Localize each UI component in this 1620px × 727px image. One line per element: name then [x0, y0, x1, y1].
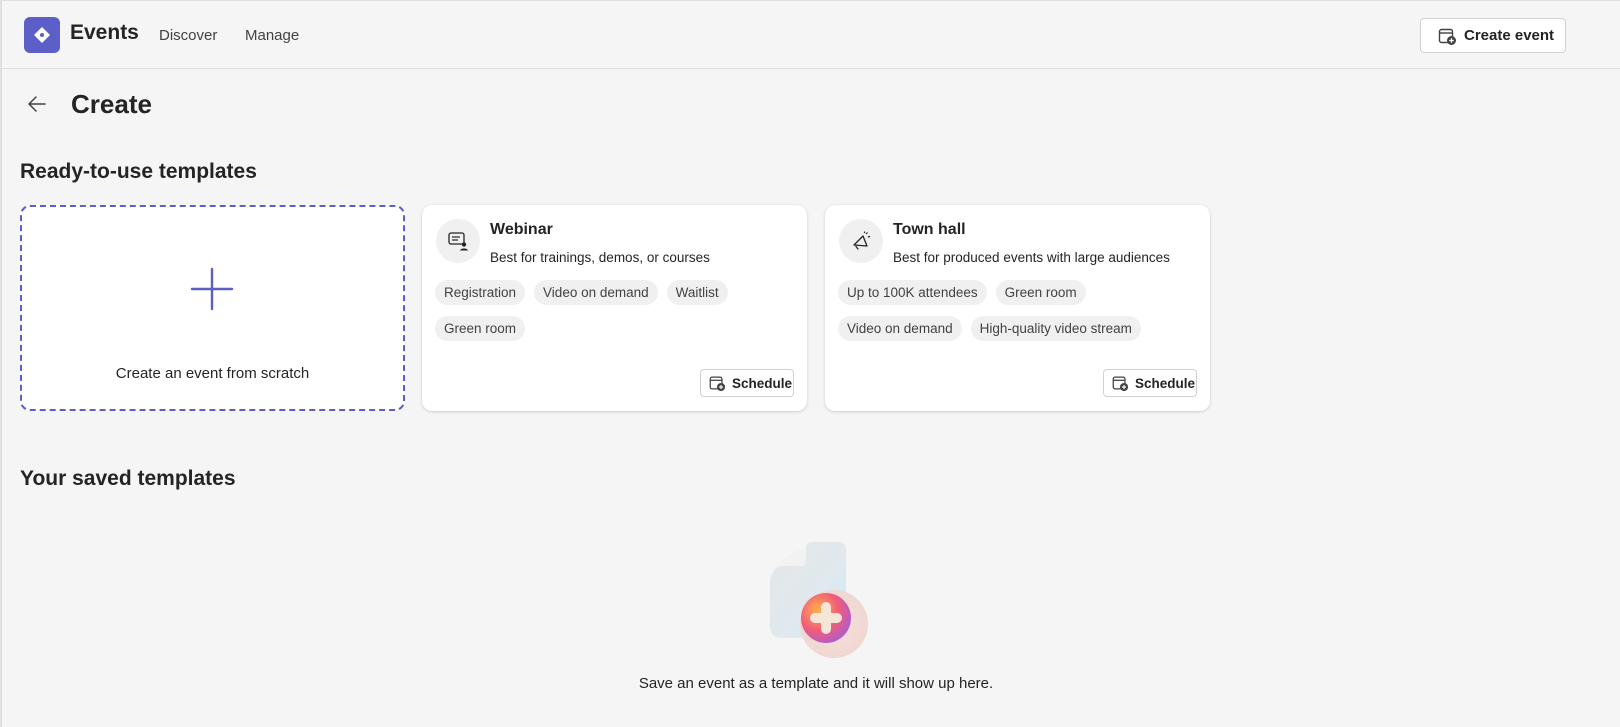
schedule-button-town-hall[interactable]: Schedule	[1103, 369, 1197, 397]
tag-video-on-demand: Video on demand	[534, 280, 658, 305]
empty-state-message: Save an event as a template and it will …	[638, 675, 994, 692]
template-name: Town hall	[893, 221, 966, 238]
calendar-add-icon	[709, 376, 726, 392]
tag-high-quality-video-stream: High-quality video stream	[970, 316, 1141, 341]
plus-icon	[190, 267, 234, 311]
calendar-add-icon	[1112, 376, 1129, 392]
events-app-logo[interactable]	[24, 17, 60, 53]
template-icon-wrapper	[436, 219, 480, 263]
tag-green-room: Green room	[995, 280, 1086, 305]
template-icon-wrapper	[839, 219, 883, 263]
template-description: Best for produced events with large audi…	[893, 250, 1170, 265]
tag-up-to-100k-attendees: Up to 100K attendees	[838, 280, 987, 305]
empty-template-illustration	[770, 542, 868, 658]
app-title: Events	[70, 21, 139, 44]
calendar-add-icon	[1438, 28, 1456, 45]
page-title: Create	[71, 89, 152, 119]
template-card-webinar[interactable]: Webinar Best for trainings, demos, or co…	[422, 205, 807, 411]
create-event-label: Create event	[1464, 27, 1555, 44]
template-tags: Registration Video on demand Waitlist Gr…	[435, 280, 795, 341]
ticket-icon	[34, 27, 50, 43]
create-event-button[interactable]: Create event	[1420, 18, 1566, 53]
app-header: Events Discover Manage Create event	[2, 1, 1620, 69]
nav-manage[interactable]: Manage	[245, 27, 299, 44]
ready-templates-heading: Ready-to-use templates	[20, 160, 257, 183]
megaphone-icon	[853, 231, 871, 250]
schedule-button-webinar[interactable]: Schedule	[700, 369, 794, 397]
schedule-label: Schedule	[732, 375, 793, 391]
tag-registration: Registration	[435, 280, 526, 305]
tag-video-on-demand: Video on demand	[838, 316, 962, 341]
template-card-town-hall[interactable]: Town hall Best for produced events with …	[825, 205, 1210, 411]
create-from-scratch-card[interactable]: Create an event from scratch	[20, 205, 405, 411]
template-tags: Up to 100K attendees Green room Video on…	[838, 280, 1198, 341]
create-from-scratch-label: Create an event from scratch	[115, 365, 310, 382]
tag-waitlist: Waitlist	[666, 280, 728, 305]
presenter-chat-icon	[448, 232, 468, 251]
saved-templates-heading: Your saved templates	[20, 467, 236, 490]
template-description: Best for trainings, demos, or courses	[490, 250, 710, 265]
back-arrow-icon[interactable]	[25, 92, 49, 116]
schedule-label: Schedule	[1135, 375, 1196, 391]
nav-discover[interactable]: Discover	[159, 27, 217, 44]
template-name: Webinar	[490, 221, 553, 238]
tag-green-room: Green room	[435, 316, 526, 341]
